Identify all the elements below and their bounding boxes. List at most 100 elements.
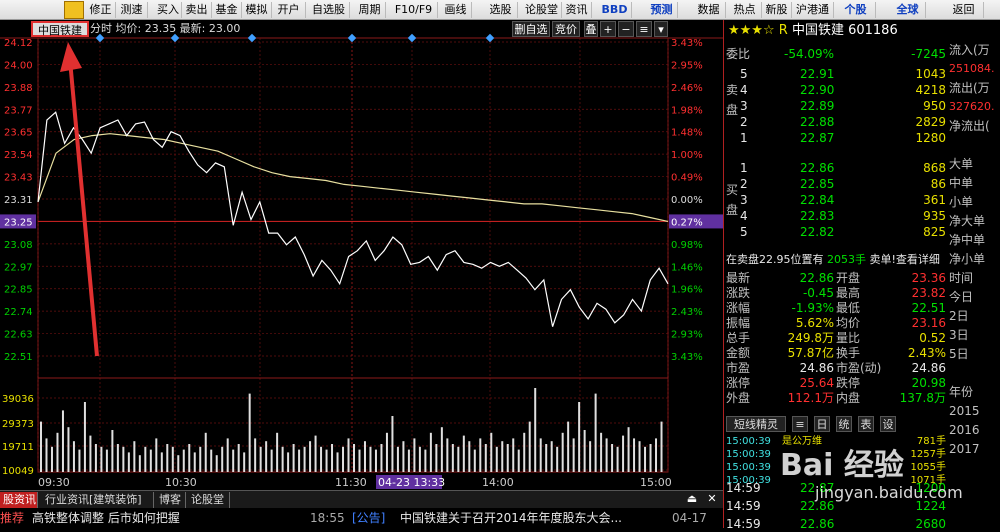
buy-price: 22.83	[800, 209, 835, 223]
volume-bar	[254, 438, 257, 472]
volume-bar	[495, 446, 498, 472]
toolbar-open-account[interactable]: 开户	[272, 2, 306, 18]
toolbar-global[interactable]: 全球	[890, 2, 926, 18]
news-headline[interactable]: 高铁整体调整 后市如何把握	[32, 508, 180, 528]
volume-bar	[484, 444, 487, 472]
volume-bar	[655, 438, 658, 472]
stat-value: 24.86	[911, 361, 946, 375]
toolbar-watchlist[interactable]: 自选股	[308, 2, 350, 18]
order-level: 3	[740, 193, 748, 207]
notice-text[interactable]: 中国铁建关于召开2014年年度股东大会...	[400, 508, 622, 528]
price-tick: 22.97	[4, 262, 33, 273]
volume-bar	[567, 421, 570, 472]
toolbar-hk-connect[interactable]: 沪港通	[792, 2, 834, 18]
spirit-tab[interactable]: 表	[858, 416, 874, 432]
toolbar-buy[interactable]: 买入	[154, 2, 182, 18]
news-bar: 推荐 高铁整体调整 后市如何把握 18:55 [公告] 中国铁建关于召开2014…	[0, 508, 723, 528]
buy-volume: 361	[923, 193, 946, 207]
down-arrow-icon[interactable]	[64, 1, 84, 19]
intraday-chart[interactable]: 24.12 24.00 23.88 23.77 23.65 23.54 23.43 23.31…	[0, 20, 723, 490]
toolbar-hot[interactable]: 热点	[728, 2, 762, 18]
time-tick: 11:30	[335, 476, 367, 489]
volume-bar	[627, 427, 630, 472]
toolbar-screener[interactable]: 选股	[484, 2, 518, 18]
toolbar-ipo[interactable]: 新股	[762, 2, 792, 18]
annotation-arrow-head	[60, 42, 82, 72]
toolbar-forum[interactable]: 论股堂	[522, 2, 562, 18]
price-tick: 24.12	[4, 38, 33, 49]
time-tick: 04-23 13:33	[378, 476, 445, 489]
volume-bar	[385, 432, 388, 472]
price-tick: 23.88	[4, 83, 33, 94]
sell-price: 22.90	[800, 83, 835, 97]
volume-bar	[633, 438, 636, 472]
volume-tick: 10049	[2, 466, 34, 477]
volume-bar	[545, 444, 548, 472]
pct-tick: 0.27%	[671, 217, 703, 228]
spirit-tab[interactable]: 设	[880, 416, 896, 432]
toolbar-forecast[interactable]: 预测	[646, 2, 678, 18]
price-tick: 23.31	[4, 195, 33, 206]
toolbar-news[interactable]: 资讯	[562, 2, 592, 18]
close-icon[interactable]: ✕	[704, 492, 720, 508]
toolbar-simulate[interactable]: 模拟	[242, 2, 272, 18]
stat-label: 最高	[836, 286, 861, 300]
volume-bar	[418, 446, 421, 472]
spirit-tab[interactable]: 日	[814, 416, 830, 432]
toolbar-f10[interactable]: F10/F9	[390, 2, 438, 18]
toolbar-back[interactable]: 返回	[944, 2, 984, 18]
volume-bar	[243, 452, 246, 472]
tab-stock-news[interactable]: 股资讯	[0, 492, 38, 508]
event-marker	[170, 33, 180, 43]
price-tick: 22.74	[4, 307, 33, 318]
volume-axis: 39036 29373 19711 10049	[2, 394, 34, 477]
pct-tick: 1.96%	[671, 285, 703, 296]
event-marker	[407, 33, 417, 43]
volume-bar	[67, 427, 70, 472]
stat-value: 57.87亿	[787, 346, 834, 360]
volume-bar	[177, 455, 180, 472]
spirit-tab[interactable]: ≡	[792, 416, 808, 432]
volume-bar	[276, 432, 279, 472]
volume-bar	[358, 449, 361, 472]
toolbar-stock[interactable]: 个股	[836, 2, 876, 18]
toolbar-fix[interactable]: 修正	[86, 2, 116, 18]
volume-bar	[578, 402, 581, 472]
tab-forum[interactable]: 论股堂	[188, 492, 230, 508]
sell-volume: 1043	[915, 67, 946, 81]
notice-date: 04-17	[672, 511, 707, 525]
volume-bar	[594, 393, 597, 472]
order-level: 1	[740, 161, 748, 175]
volume-bar	[232, 449, 235, 472]
toolbar-speedtest[interactable]: 测速	[116, 2, 148, 18]
order-level: 3	[740, 99, 748, 113]
pct-tick: 1.48%	[671, 128, 703, 139]
sell-volume: 1280	[915, 131, 946, 145]
toolbar-fund[interactable]: 基金	[212, 2, 242, 18]
tab-industry-news[interactable]: 行业资讯[建筑装饰]	[42, 492, 154, 508]
volume-bar	[56, 432, 59, 472]
order-note[interactable]: 在卖盘22.95位置有 2053手 卖单!查看详细	[726, 252, 940, 268]
volume-bar	[523, 432, 526, 472]
tab-blog[interactable]: 博客	[156, 492, 186, 508]
volume-bar	[226, 438, 229, 472]
volume-bar	[182, 449, 185, 472]
event-marker	[485, 33, 495, 43]
spirit-tab[interactable]: 统	[836, 416, 852, 432]
order-note-link[interactable]: 卖单!查看详细	[870, 253, 940, 266]
toolbar-sell[interactable]: 卖出	[182, 2, 212, 18]
pct-tick: 0.49%	[671, 173, 703, 184]
stat-value: 2.43%	[907, 346, 946, 360]
toolbar-bbd[interactable]: BBD	[598, 2, 632, 18]
tick-time: 14:59	[726, 481, 761, 495]
volume-bar	[616, 446, 619, 472]
toolbar-data[interactable]: 数据	[692, 2, 726, 18]
bottom-tabs: 股资讯 行业资讯[建筑装饰] 博客 论股堂 ⏏ ✕	[0, 490, 723, 508]
toolbar-period[interactable]: 周期	[354, 2, 386, 18]
eject-icon[interactable]: ⏏	[684, 492, 700, 508]
volume-bar	[402, 441, 405, 472]
spirit-tab[interactable]: 短线精灵	[726, 416, 786, 432]
volume-bar	[94, 444, 97, 472]
fund-flow-item: 时间	[949, 271, 974, 285]
toolbar-draw[interactable]: 画线	[440, 2, 472, 18]
